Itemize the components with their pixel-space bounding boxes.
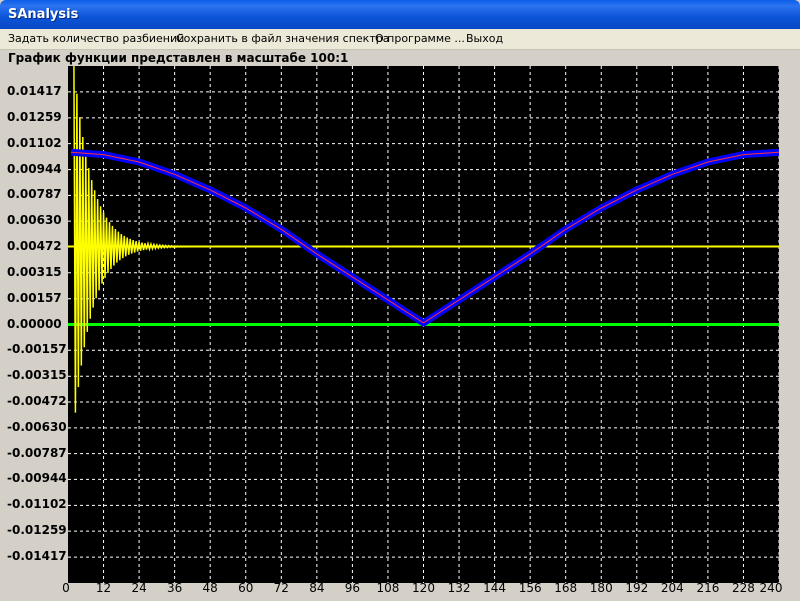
y-tick-label: -0.00630 [7, 419, 67, 434]
y-tick-label: 0.00315 [7, 264, 62, 279]
y-tick-label: 0.00157 [7, 290, 62, 305]
y-tick-label: -0.01417 [7, 549, 67, 564]
y-tick-label: -0.00472 [7, 393, 67, 408]
x-tick-label: 60 [238, 581, 254, 595]
menu-exit[interactable]: Выход [466, 32, 503, 45]
y-tick-label: 0.00472 [7, 239, 62, 254]
y-tick-label: 0.00944 [7, 161, 62, 176]
menu-set-partitions[interactable]: Задать количество разбиений [8, 32, 184, 45]
x-tick-label: 216 [696, 581, 720, 595]
x-tick-label: 204 [660, 581, 684, 595]
x-tick-label: 168 [554, 581, 578, 595]
plot-canvas [68, 66, 779, 583]
x-tick-label: 36 [167, 581, 183, 595]
x-tick-label: 132 [447, 581, 471, 595]
menu-bar: Задать количество разбиений Сохранить в … [0, 29, 800, 50]
chart-caption: График функции представлен в масштабе 10… [8, 51, 349, 65]
series-blue-curve [70, 148, 779, 327]
y-tick-label: 0.01259 [7, 109, 62, 124]
title-bar[interactable]: SAnalysis [0, 0, 800, 29]
x-tick-label: 72 [273, 581, 289, 595]
y-tick-label: -0.00944 [7, 471, 67, 486]
chart-area: 0.01417 0.01259 0.01102 0.00944 0.00787 0.006… [0, 66, 800, 601]
x-tick-label: 96 [344, 581, 361, 595]
x-tick-label: 228 [731, 581, 755, 595]
y-tick-label: -0.00315 [7, 368, 67, 383]
y-tick-label: -0.01102 [7, 497, 67, 512]
x-tick-label: 0 [62, 581, 70, 595]
y-tick-label: 0.00787 [7, 187, 62, 202]
x-tick-label: 84 [309, 581, 325, 595]
y-tick-label: 0.01102 [7, 135, 62, 150]
x-tick-label: 12 [95, 581, 112, 595]
y-tick-label: -0.01259 [7, 523, 67, 538]
x-tick-label: 144 [483, 581, 507, 595]
x-tick-label: 24 [131, 581, 147, 595]
y-tick-label: 0.00000 [7, 316, 62, 331]
x-tick-label: 192 [625, 581, 649, 595]
x-tick-label: 240 [759, 581, 783, 595]
window-title: SAnalysis [8, 7, 79, 22]
y-tick-label: 0.01417 [7, 83, 62, 98]
menu-save-spectrum[interactable]: Сохранить в файл значения спектра [176, 32, 389, 45]
x-tick-label: 156 [518, 581, 542, 595]
x-tick-label: 180 [589, 581, 613, 595]
y-tick-label: 0.00630 [7, 213, 62, 228]
x-tick-label: 120 [412, 581, 435, 595]
y-tick-label: -0.00787 [7, 445, 67, 460]
x-tick-label: 108 [376, 581, 400, 595]
x-tick-label: 48 [202, 581, 218, 595]
menu-about[interactable]: О программе ... [375, 32, 465, 45]
y-tick-label: -0.00157 [7, 342, 67, 357]
right-frame [783, 66, 800, 601]
